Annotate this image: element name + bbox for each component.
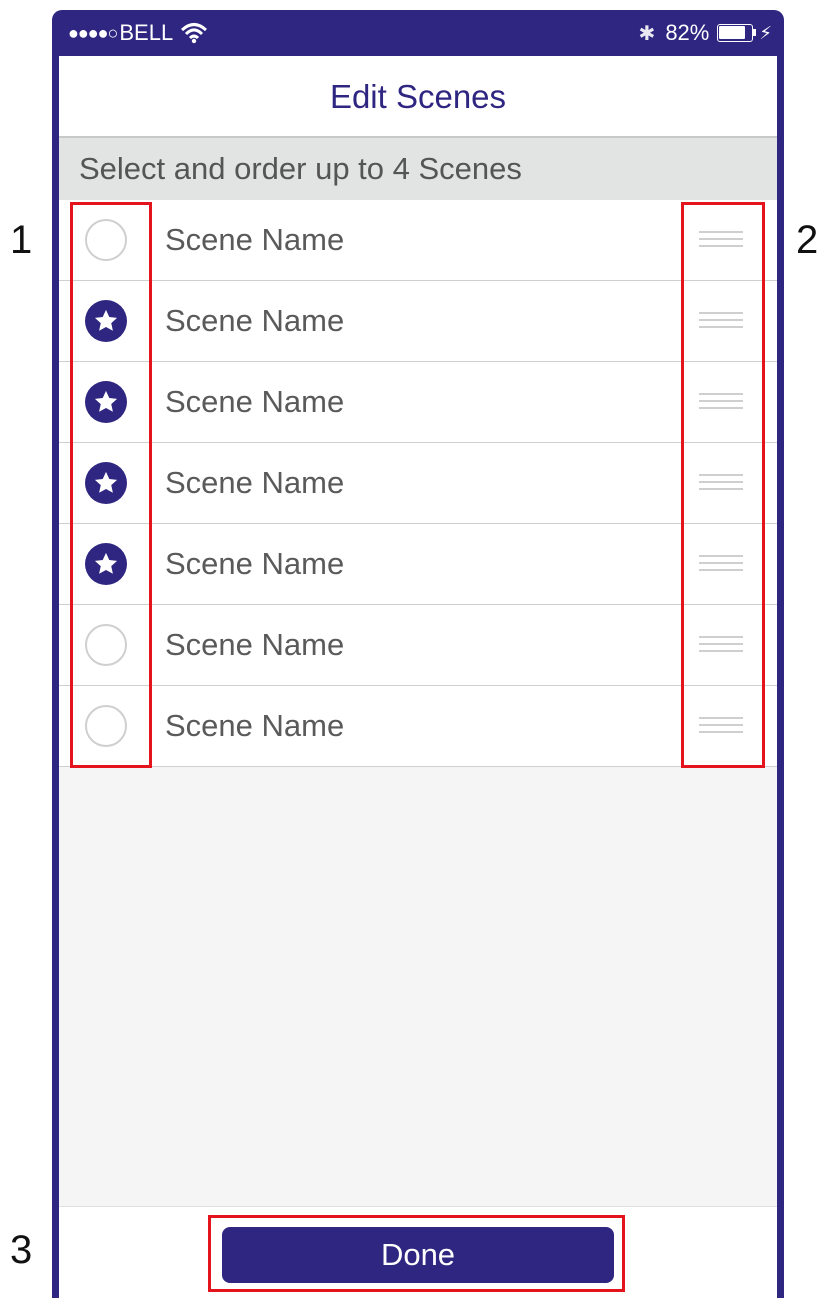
scene-row[interactable]: Scene Name: [59, 686, 777, 767]
scene-list: Scene Name Scene Name Scene Name Scene Name…: [59, 200, 777, 767]
phone-frame: ●●●●○ BELL ✱ 82% ⚡ Edit Scenes Select an…: [52, 10, 784, 1298]
status-bar: ●●●●○ BELL ✱ 82% ⚡: [52, 10, 784, 56]
wifi-icon: [181, 23, 208, 44]
callout-number-3: 3: [10, 1228, 33, 1272]
charging-icon: ⚡: [759, 22, 772, 43]
page-title: Edit Scenes: [329, 78, 507, 115]
signal-strength-icon: ●●●●○: [68, 22, 118, 43]
scene-name: Scene Name: [165, 222, 345, 257]
carrier-name: BELL: [119, 20, 174, 45]
scene-row[interactable]: Scene Name: [59, 281, 777, 362]
scene-row[interactable]: Scene Name: [59, 362, 777, 443]
status-right: ✱ 82% ⚡: [639, 20, 772, 46]
screen: Edit Scenes Select and order up to 4 Sce…: [59, 56, 777, 1298]
callout-number-1: 1: [10, 218, 33, 262]
scene-name: Scene Name: [165, 384, 345, 419]
scene-row[interactable]: Scene Name: [59, 200, 777, 281]
scene-name: Scene Name: [165, 546, 345, 581]
scene-name: Scene Name: [165, 627, 345, 662]
callout-box-reorder-column: [681, 202, 765, 768]
section-header: Select and order up to 4 Scenes: [59, 138, 777, 200]
callout-box-done: [208, 1215, 625, 1292]
section-header-text: Select and order up to 4 Scenes: [79, 151, 522, 186]
scene-name: Scene Name: [165, 465, 345, 500]
carrier-info: ●●●●○ BELL: [68, 20, 208, 46]
scene-row[interactable]: Scene Name: [59, 524, 777, 605]
scene-row[interactable]: Scene Name: [59, 605, 777, 686]
bluetooth-icon: ✱: [638, 22, 656, 45]
scene-name: Scene Name: [165, 708, 345, 743]
battery-icon: [717, 24, 757, 42]
scene-row[interactable]: Scene Name: [59, 443, 777, 524]
callout-box-select-column: [70, 202, 152, 768]
scene-name: Scene Name: [165, 303, 345, 338]
battery-percent: 82%: [665, 20, 710, 45]
callout-number-2: 2: [796, 218, 819, 262]
navigation-bar: Edit Scenes: [59, 56, 777, 138]
